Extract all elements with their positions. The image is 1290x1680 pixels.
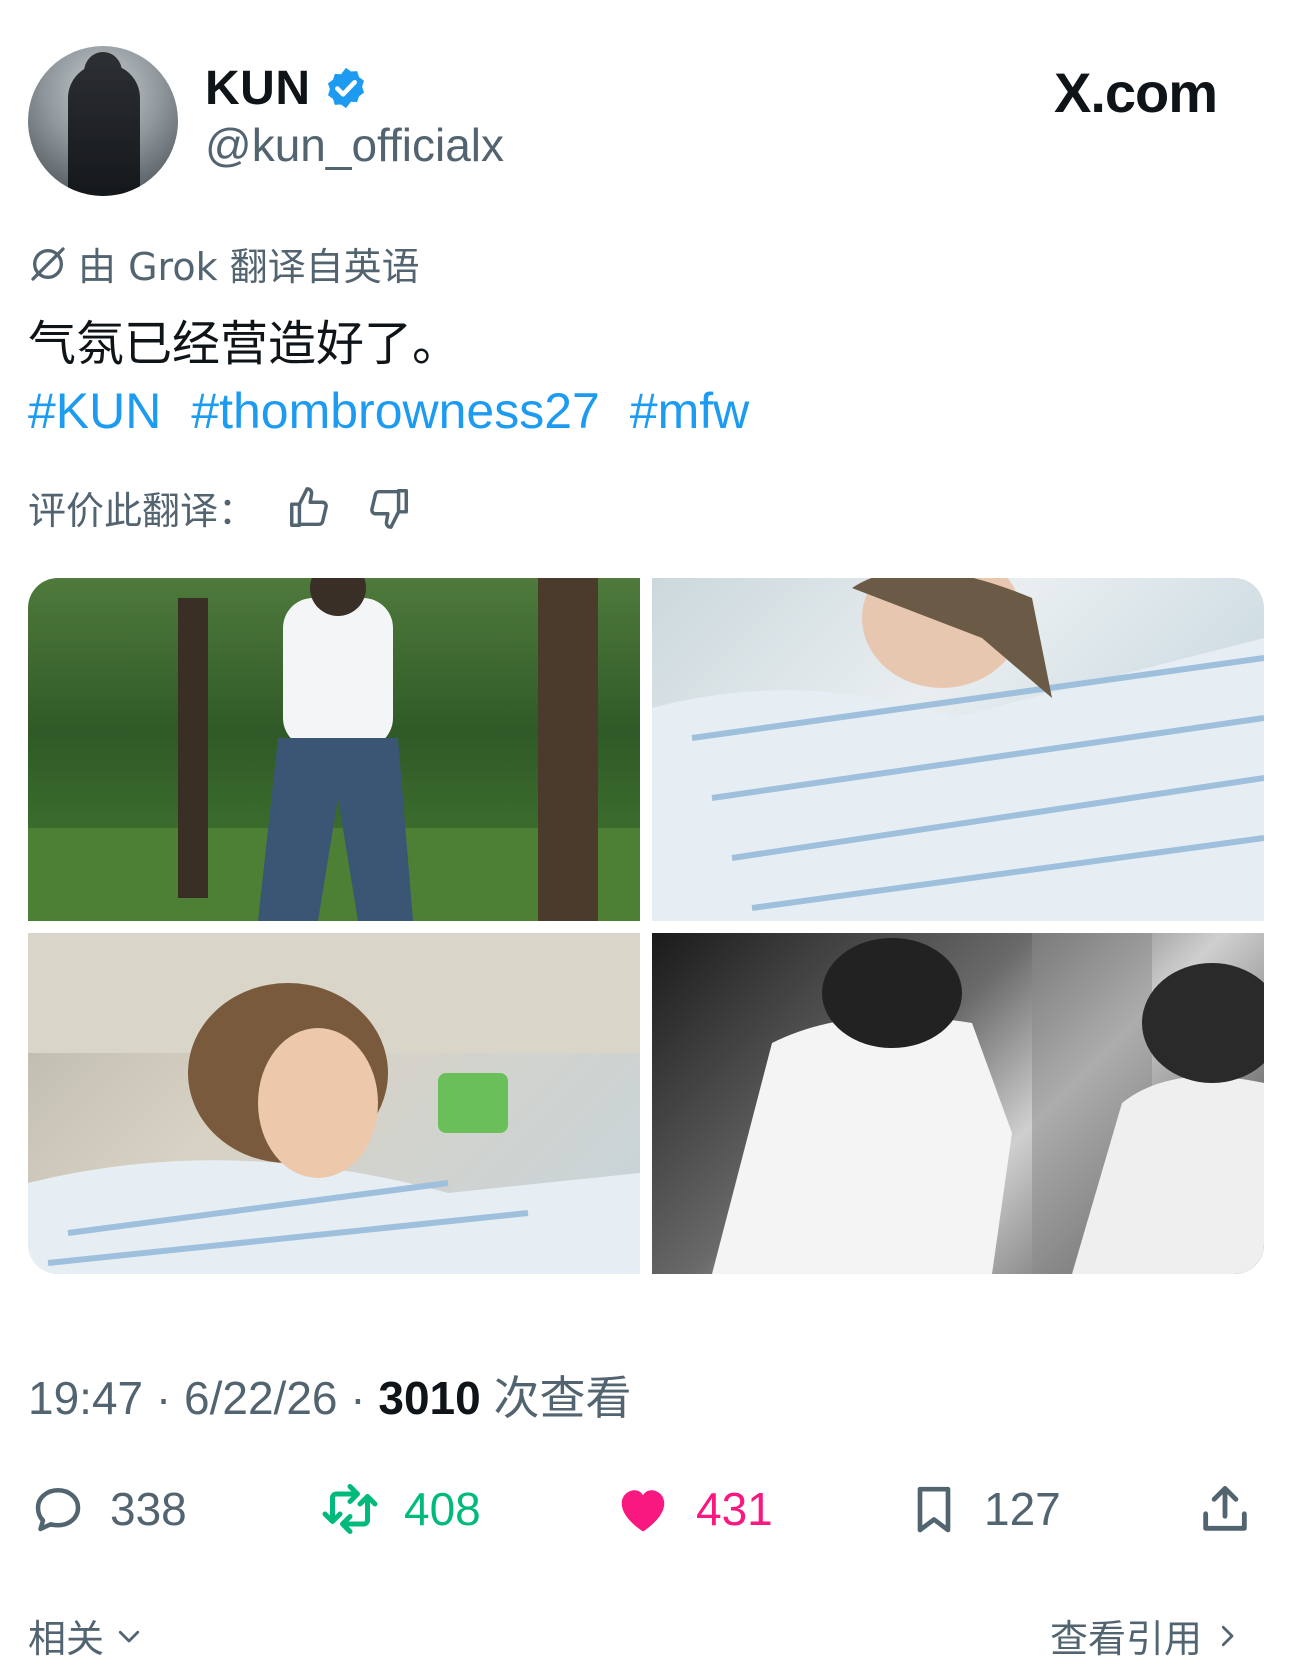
photo-3[interactable]	[28, 933, 640, 1274]
share-button[interactable]	[1196, 1478, 1254, 1540]
author-name[interactable]: KUN	[205, 61, 311, 116]
reply-button[interactable]: 338	[28, 1478, 187, 1540]
tweet-date[interactable]: 6/22/26	[184, 1372, 337, 1424]
view-quotes-label: 查看引用	[1050, 1617, 1203, 1661]
rate-translation: 评价此翻译：	[28, 480, 416, 535]
photo-4-scene	[712, 933, 1264, 1274]
reply-count: 338	[110, 1483, 187, 1535]
hashtags: #KUN #thombrowness27 #mfw	[28, 382, 765, 440]
tweet-text: 气氛已经营造好了。	[28, 316, 461, 372]
avatar[interactable]	[28, 46, 178, 196]
photo-3-scene	[28, 933, 640, 1274]
thumbs-down-icon	[370, 488, 408, 529]
photo-4[interactable]	[652, 933, 1264, 1274]
bookmark-count: 127	[984, 1483, 1061, 1535]
translation-note: 由 Grok 翻译自英语	[28, 236, 420, 291]
meta-separator: ·	[143, 1372, 185, 1424]
verified-badge-icon	[327, 67, 364, 109]
heart-icon	[621, 1490, 665, 1532]
hashtag-thombrowness27[interactable]: #thombrowness27	[191, 383, 600, 439]
repost-button[interactable]: 408	[318, 1478, 481, 1540]
author-name-row: KUN	[205, 58, 369, 118]
bookmark-icon	[917, 1486, 951, 1533]
rate-translation-label: 评价此翻译：	[28, 489, 257, 533]
author-handle[interactable]: @kun_officialx	[205, 118, 504, 172]
meta-separator: ·	[337, 1372, 379, 1424]
like-count: 431	[696, 1483, 773, 1535]
bookmark-button[interactable]: 127	[906, 1478, 1061, 1540]
share-icon	[1203, 1486, 1247, 1531]
views-label: 次查看	[480, 1372, 632, 1424]
media-grid	[28, 578, 1264, 1274]
hashtag-mfw[interactable]: #mfw	[630, 383, 749, 439]
thumbs-down-button[interactable]	[362, 481, 416, 535]
photo-1[interactable]	[28, 578, 640, 921]
thumbs-up-button[interactable]	[282, 481, 336, 535]
chevron-right-icon	[1221, 1625, 1234, 1646]
repost-count: 408	[404, 1483, 481, 1535]
view-quotes-link[interactable]: 查看引用	[1050, 1608, 1242, 1663]
thumbs-up-icon	[290, 486, 328, 527]
tweet-meta: 19:47 · 6/22/26 · 3010 次查看	[28, 1362, 632, 1428]
related-toggle[interactable]: 相关	[28, 1608, 144, 1663]
translation-note-text: 由 Grok 翻译自英语	[78, 245, 420, 289]
site-logo: X.com	[1054, 61, 1218, 124]
tweet-time[interactable]: 19:47	[28, 1372, 143, 1424]
grok-icon	[31, 246, 65, 281]
views-count: 3010	[378, 1372, 481, 1424]
photo-2[interactable]	[652, 578, 1264, 921]
reply-icon	[35, 1488, 81, 1532]
chevron-down-icon	[118, 1630, 140, 1642]
like-button[interactable]: 431	[612, 1478, 773, 1540]
photo-2-scene	[652, 578, 1264, 921]
hashtag-kun[interactable]: #KUN	[28, 383, 161, 439]
related-label: 相关	[28, 1617, 105, 1661]
repost-icon	[322, 1484, 378, 1534]
photo-1-scene	[28, 578, 640, 921]
